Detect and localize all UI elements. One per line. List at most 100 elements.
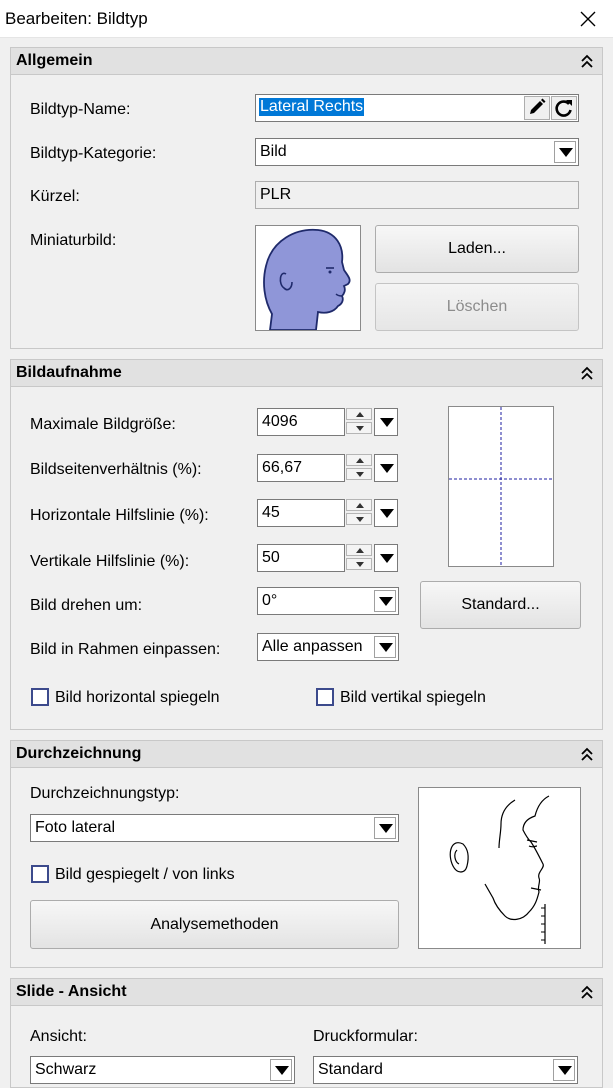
- bildtyp-name-value: Lateral Rechts: [259, 98, 365, 116]
- vline-input[interactable]: 50: [257, 544, 345, 572]
- section-header-durchzeichnung[interactable]: Durchzeichnung: [11, 741, 602, 768]
- tracing-type-label: Durchzeichnungstyp:: [30, 785, 180, 802]
- druckformular-value: Standard: [318, 1061, 383, 1078]
- mirror-horizontal-checkbox[interactable]: [31, 688, 49, 706]
- bildtyp-kategorie-value: Bild: [260, 143, 287, 160]
- spin-up-icon: [356, 458, 364, 463]
- tracing-type-dropdown-button[interactable]: [374, 817, 396, 839]
- hline-value: 45: [262, 504, 280, 521]
- chevron-down-icon: [380, 554, 394, 563]
- collapse-icon[interactable]: [580, 747, 594, 763]
- section-allgemein: Allgemein Bildtyp-Name: Lateral Rechts B…: [10, 47, 603, 349]
- section-header-bildaufnahme[interactable]: Bildaufnahme: [11, 360, 602, 387]
- hline-label: Horizontale Hilfslinie (%):: [30, 507, 209, 524]
- max-size-value: 4096: [262, 413, 298, 430]
- hline-dropdown-button[interactable]: [374, 499, 398, 527]
- spin-down-icon: [356, 517, 364, 522]
- mirrored-label[interactable]: Bild gespiegelt / von links: [55, 866, 235, 884]
- laden-button[interactable]: Laden...: [375, 225, 579, 273]
- max-size-spin-down[interactable]: [346, 422, 372, 434]
- mirror-vertical-checkbox[interactable]: [316, 688, 334, 706]
- bildtyp-name-field[interactable]: Lateral Rechts: [255, 94, 579, 122]
- fit-select[interactable]: Alle anpassen: [257, 633, 399, 661]
- vline-value: 50: [262, 549, 280, 566]
- section-title: Slide - Ansicht: [16, 983, 127, 1000]
- miniaturbild-preview: [255, 225, 361, 331]
- vline-dropdown-button[interactable]: [374, 544, 398, 572]
- hline-spin-down[interactable]: [346, 513, 372, 525]
- collapse-icon[interactable]: [580, 54, 594, 70]
- section-bildaufnahme: Bildaufnahme Maximale Bildgröße: 4096 Bi…: [10, 359, 603, 730]
- section-header-allgemein[interactable]: Allgemein: [11, 48, 602, 75]
- miniaturbild-label: Miniaturbild:: [30, 232, 117, 249]
- spin-up-icon: [356, 548, 364, 553]
- hline-spin-up[interactable]: [346, 499, 372, 511]
- kuerzel-label: Kürzel:: [30, 188, 80, 205]
- rotate-value: 0°: [262, 592, 278, 609]
- section-title: Durchzeichnung: [16, 745, 142, 762]
- section-title: Allgemein: [16, 52, 93, 69]
- fit-dropdown-button[interactable]: [374, 636, 396, 658]
- hline-input[interactable]: 45: [257, 499, 345, 527]
- section-title: Bildaufnahme: [16, 364, 122, 381]
- standard-button-label: Standard...: [461, 596, 540, 613]
- ratio-label: Bildseitenverhältnis (%):: [30, 461, 202, 478]
- ratio-dropdown-button[interactable]: [374, 454, 398, 482]
- mirror-horizontal-label[interactable]: Bild horizontal spiegeln: [55, 689, 220, 707]
- bildtyp-kategorie-select[interactable]: Bild: [255, 138, 579, 166]
- mirror-vertical-label[interactable]: Bild vertikal spiegeln: [340, 689, 486, 707]
- bildtyp-kategorie-label: Bildtyp-Kategorie:: [30, 145, 157, 162]
- vline-spin-down[interactable]: [346, 558, 372, 570]
- druckformular-dropdown-button[interactable]: [553, 1059, 575, 1081]
- kuerzel-field[interactable]: PLR: [255, 181, 579, 209]
- spin-up-icon: [356, 503, 364, 508]
- max-size-input[interactable]: 4096: [257, 408, 345, 436]
- ratio-spin-up[interactable]: [346, 454, 372, 466]
- title-bar: Bearbeiten: Bildtyp: [0, 0, 613, 38]
- rotate-dropdown-button[interactable]: [374, 590, 396, 612]
- head-thumbnail-icon: [263, 228, 351, 331]
- chevron-down-icon: [380, 418, 394, 427]
- max-size-dropdown-button[interactable]: [374, 408, 398, 436]
- close-icon: [580, 11, 596, 27]
- tracing-type-value: Foto lateral: [35, 819, 116, 836]
- chevron-down-icon: [379, 597, 393, 606]
- analysis-methods-button[interactable]: Analysemethoden: [30, 900, 399, 949]
- loeschen-button-label: Löschen: [446, 298, 508, 315]
- mirrored-checkbox[interactable]: [31, 865, 49, 883]
- section-header-slide-ansicht[interactable]: Slide - Ansicht: [11, 979, 602, 1006]
- bildtyp-name-label: Bildtyp-Name:: [30, 101, 131, 118]
- kuerzel-value: PLR: [260, 186, 292, 203]
- fit-value: Alle anpassen: [262, 638, 363, 655]
- chevron-down-icon: [380, 464, 394, 473]
- chevron-down-icon: [379, 643, 393, 652]
- spin-down-icon: [356, 562, 364, 567]
- loeschen-button[interactable]: Löschen: [375, 283, 579, 331]
- ansicht-dropdown-button[interactable]: [270, 1059, 292, 1081]
- spin-down-icon: [356, 472, 364, 477]
- kategorie-dropdown-button[interactable]: [554, 141, 576, 163]
- collapse-icon[interactable]: [580, 366, 594, 382]
- ansicht-label: Ansicht:: [30, 1028, 87, 1045]
- fit-label: Bild in Rahmen einpassen:: [30, 641, 221, 658]
- chevron-down-icon: [559, 148, 573, 157]
- tracing-type-select[interactable]: Foto lateral: [30, 814, 399, 842]
- close-button[interactable]: [571, 4, 605, 34]
- max-size-spin-up[interactable]: [346, 408, 372, 420]
- chevron-down-icon: [379, 824, 393, 833]
- reset-name-button[interactable]: [551, 96, 577, 120]
- standard-button[interactable]: Standard...: [420, 581, 581, 629]
- guide-lines: [449, 407, 553, 566]
- analysis-methods-button-label: Analysemethoden: [150, 915, 279, 933]
- vline-spin-up[interactable]: [346, 544, 372, 556]
- ratio-value: 66,67: [262, 459, 303, 476]
- edit-name-button[interactable]: [524, 96, 550, 120]
- rotate-select[interactable]: 0°: [257, 587, 399, 615]
- pencil-icon: [530, 98, 546, 114]
- tracing-preview: [418, 787, 581, 949]
- collapse-icon[interactable]: [580, 985, 594, 1001]
- chevron-down-icon: [275, 1066, 289, 1075]
- ratio-input[interactable]: 66,67: [257, 454, 345, 482]
- chevron-down-icon: [380, 509, 394, 518]
- ratio-spin-down[interactable]: [346, 468, 372, 480]
